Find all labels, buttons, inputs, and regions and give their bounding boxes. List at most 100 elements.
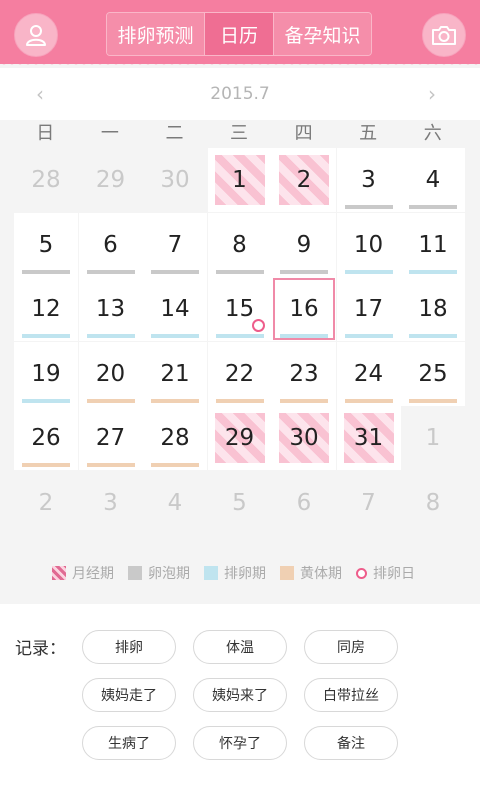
user-button[interactable] <box>14 13 58 57</box>
ovulation-phase-bar <box>409 269 457 274</box>
record-chip-temperature[interactable]: 体温 <box>193 630 287 664</box>
calendar-day[interactable]: 15 <box>207 277 272 341</box>
calendar-day-outside-month[interactable]: 5 <box>208 471 272 535</box>
calendar-day[interactable]: 5 <box>14 212 78 277</box>
record-chip-period-ended[interactable]: 姨妈走了 <box>82 678 176 712</box>
calendar-day-outside-month[interactable]: 4 <box>143 471 207 535</box>
calendar-day[interactable]: 3 <box>336 148 401 212</box>
legend-menses: 月经期 <box>52 563 114 583</box>
record-chip-period-started[interactable]: 姨妈来了 <box>193 678 287 712</box>
tab-calendar[interactable]: 日历 <box>204 13 273 55</box>
calendar-day-outside-month[interactable]: 30 <box>143 148 207 212</box>
luteal-phase-bar <box>22 463 70 467</box>
legend-label: 排卵日 <box>373 566 415 582</box>
next-month-button[interactable]: › <box>428 82 436 106</box>
day-number: 4 <box>167 489 183 516</box>
day-number: 14 <box>160 296 190 322</box>
record-chip-ovulation[interactable]: 排卵 <box>82 630 176 664</box>
calendar-day[interactable]: 12 <box>14 277 78 341</box>
day-number: 23 <box>289 360 319 387</box>
prev-month-button[interactable]: ‹ <box>36 82 44 106</box>
calendar-day[interactable]: 28 <box>143 406 207 470</box>
weekday-label: 日 <box>36 123 55 144</box>
calendar-day[interactable]: 21 <box>143 341 207 406</box>
legend-label: 卵泡期 <box>148 566 190 582</box>
calendar-day[interactable]: 9 <box>272 212 336 277</box>
tab-pregnancy-knowledge[interactable]: 备孕知识 <box>272 13 371 55</box>
calendar-day[interactable]: 25 <box>401 341 465 406</box>
calendar-day[interactable]: 1 <box>207 148 272 212</box>
day-number: 29 <box>95 167 126 193</box>
day-number: 19 <box>31 360 61 387</box>
calendar-day[interactable]: 10 <box>336 212 401 277</box>
calendar-day[interactable]: 16 <box>272 277 336 341</box>
calendar-day-outside-month[interactable]: 7 <box>337 471 401 535</box>
calendar-day[interactable]: 31 <box>336 406 401 470</box>
legend-follicle: 卵泡期 <box>128 563 190 583</box>
day-number: 2 <box>296 167 312 193</box>
calendar-day[interactable]: 26 <box>14 406 78 470</box>
day-number: 20 <box>95 360 126 387</box>
calendar-day[interactable]: 6 <box>78 212 143 277</box>
calendar-day[interactable]: 29 <box>207 406 272 470</box>
ovulation-phase-bar <box>344 269 393 274</box>
calendar-day[interactable]: 13 <box>78 277 143 341</box>
ovulation-day-ring-icon <box>356 567 367 579</box>
day-number: 10 <box>353 231 384 258</box>
calendar-day[interactable]: 27 <box>78 406 143 470</box>
ovulation-day-ring-icon <box>251 319 265 332</box>
legend-ovulation-day: 排卵日 <box>356 563 415 583</box>
calendar-day-outside-month[interactable]: 29 <box>79 148 143 212</box>
day-number: 28 <box>160 425 190 451</box>
record-chip-note[interactable]: 备注 <box>304 726 398 760</box>
legend-ovulation: 排卵期 <box>204 563 266 583</box>
phase-legend: 月经期 卵泡期 排卵期 黄体期 排卵日 <box>52 562 429 584</box>
day-number: 5 <box>232 489 247 516</box>
calendar-day-outside-month[interactable]: 3 <box>79 471 143 535</box>
calendar-day-outside-month[interactable]: 1 <box>401 406 465 470</box>
day-number: 1 <box>232 167 247 193</box>
luteal-phase-bar <box>344 398 393 403</box>
day-number: 16 <box>289 296 319 322</box>
calendar-day[interactable]: 8 <box>207 212 272 277</box>
calendar-day-outside-month[interactable]: 2 <box>14 471 78 535</box>
record-chip-stretchy-discharge[interactable]: 白带拉丝 <box>304 678 398 712</box>
day-number: 8 <box>232 231 247 258</box>
calendar-day[interactable]: 14 <box>143 277 207 341</box>
calendar-day[interactable]: 19 <box>14 341 78 406</box>
calendar-day[interactable]: 17 <box>336 277 401 341</box>
calendar-day-outside-month[interactable]: 28 <box>14 148 78 212</box>
record-chip-pregnant[interactable]: 怀孕了 <box>193 726 287 760</box>
day-number: 4 <box>425 167 441 193</box>
day-number: 31 <box>353 425 384 451</box>
ovulation-phase-bar <box>22 334 70 338</box>
calendar-day[interactable]: 20 <box>78 341 143 406</box>
calendar-day[interactable]: 23 <box>272 341 336 406</box>
calendar-day-outside-month[interactable]: 6 <box>272 471 336 535</box>
record-chip-sick[interactable]: 生病了 <box>82 726 176 760</box>
luteal-phase-bar <box>280 398 328 403</box>
legend-luteal: 黄体期 <box>280 563 342 583</box>
day-number: 18 <box>418 296 448 322</box>
user-icon <box>26 25 46 46</box>
calendar-day-outside-month[interactable]: 8 <box>401 471 465 535</box>
follicle-phase-bar <box>86 269 135 274</box>
calendar-day[interactable]: 7 <box>143 212 207 277</box>
tab-ovulation-prediction[interactable]: 排卵预测 <box>107 13 205 55</box>
app-header: 排卵预测 日历 备孕知识 <box>0 0 480 64</box>
menses-swatch <box>52 566 66 580</box>
calendar-day[interactable]: 18 <box>401 277 465 341</box>
camera-button[interactable] <box>422 13 466 57</box>
calendar-day[interactable]: 4 <box>401 148 465 212</box>
calendar-day[interactable]: 22 <box>207 341 272 406</box>
calendar-day[interactable]: 30 <box>272 406 336 470</box>
luteal-phase-bar <box>409 398 457 403</box>
day-number: 6 <box>296 489 312 516</box>
calendar-day[interactable]: 24 <box>336 341 401 406</box>
record-chip-intercourse[interactable]: 同房 <box>304 630 398 664</box>
calendar-grid: 28 29 30 1 2 3 4 5 6 7 8 9 10 11 12 13 14 15 16 17 18 19 20 21 2… <box>14 148 465 535</box>
follicle-phase-bar <box>280 269 328 274</box>
day-number: 29 <box>224 425 255 451</box>
calendar-day[interactable]: 11 <box>401 212 465 277</box>
calendar-day[interactable]: 2 <box>272 148 336 212</box>
